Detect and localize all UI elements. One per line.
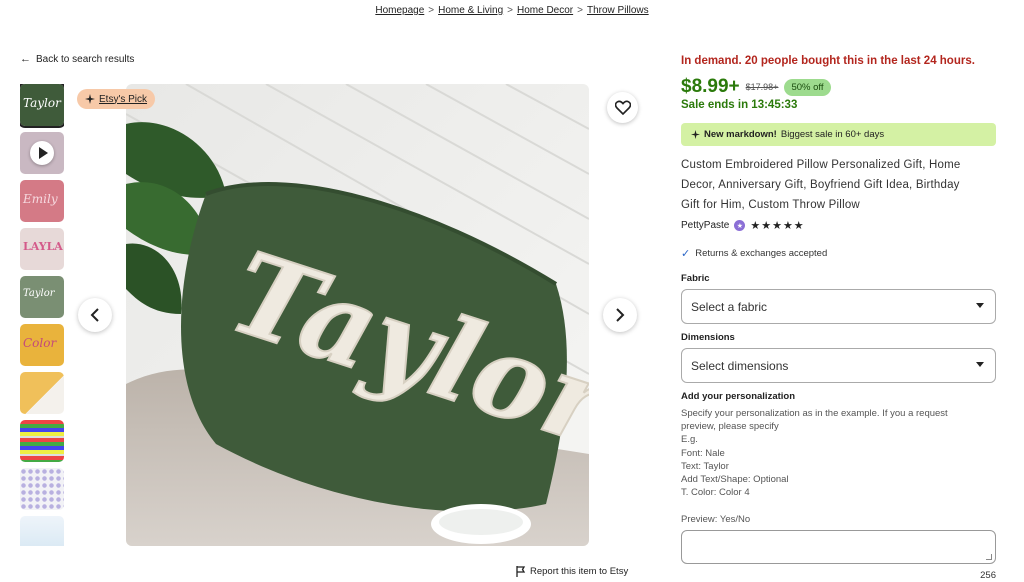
product-title: Custom Embroidered Pillow Personalized G… <box>681 159 961 211</box>
previous-image-button[interactable] <box>78 298 112 332</box>
markdown-text: Biggest sale in 60+ days <box>780 129 885 140</box>
etsys-pick-badge: Etsy's Pick <box>77 89 156 109</box>
demand-text: In demand. 20 people bought this in the … <box>681 55 975 67</box>
star-seller-icon: ★ <box>734 220 746 231</box>
sale-countdown: Sale ends in 13:45:33 <box>681 99 798 111</box>
flag-icon <box>516 566 526 577</box>
fabric-select[interactable]: Select a fabric <box>681 289 996 324</box>
breadcrumb-separator: > <box>507 5 513 16</box>
favorite-button[interactable] <box>607 92 638 123</box>
instruction-line: E.g. <box>681 434 698 446</box>
instruction-line: Font: Nale <box>681 447 725 459</box>
markdown-bold-text: New markdown! <box>704 129 777 140</box>
shop-name-link[interactable]: PettyPaste <box>681 220 729 231</box>
price: $8.99+ <box>681 76 740 97</box>
thumbnail-video[interactable] <box>20 132 64 174</box>
back-to-search-link[interactable]: ← Back to search results <box>20 53 134 65</box>
report-item-link[interactable]: Report this item to Etsy <box>516 566 628 577</box>
thumbnail-6[interactable]: Color <box>20 324 64 366</box>
thumbnail-text: Emily <box>23 192 58 206</box>
next-image-button[interactable] <box>603 298 637 332</box>
thumbnail-text: LAYLA <box>23 240 63 253</box>
personalization-instructions: Specify your personalization as in the e… <box>681 407 986 499</box>
breadcrumb-separator: > <box>428 5 435 16</box>
thumbnail-5[interactable]: Taylor <box>20 276 64 318</box>
breadcrumb-homepage[interactable]: Homepage <box>375 5 424 16</box>
instruction-line: Add Text/Shape: Optional <box>681 474 789 486</box>
instruction-line: preview, please specify <box>681 421 779 433</box>
breadcrumb-home-decor[interactable]: Home Decor <box>517 5 573 16</box>
heart-icon <box>614 100 631 115</box>
resize-handle-icon[interactable] <box>986 554 992 560</box>
instruction-line: T. Color: Color 4 <box>681 487 750 499</box>
thumbnail-1[interactable]: Taylor <box>20 84 64 128</box>
breadcrumb-throw-pillows[interactable]: Throw Pillows <box>587 5 649 16</box>
thumbnail-4[interactable]: LAYLA <box>20 228 64 270</box>
back-link-label: Back to search results <box>36 53 135 65</box>
sparkle-icon <box>85 94 95 104</box>
character-count: 256 <box>980 570 996 581</box>
arrow-left-icon: ← <box>20 53 31 65</box>
thumbnail-7[interactable] <box>20 372 64 414</box>
fabric-label: Fabric <box>681 273 710 284</box>
instruction-line: Text: Taylor <box>681 460 729 472</box>
original-price: $17.98+ <box>745 82 779 92</box>
thumbnail-text: Color <box>23 336 57 350</box>
breadcrumb: Homepage > Home & Living > Home Decor > Throw … <box>0 5 1024 16</box>
discount-badge: 50% off <box>784 78 831 96</box>
play-icon <box>30 141 54 165</box>
report-link-label: Report this item to Etsy <box>530 566 629 577</box>
chevron-right-icon <box>616 308 625 322</box>
thumbnail-strip: Taylor Emily LAYLA Taylor Color <box>20 84 64 546</box>
fabric-select-value: Select a fabric <box>691 299 768 314</box>
thumbnail-9[interactable] <box>20 468 64 510</box>
thumbnail-10[interactable] <box>20 516 64 546</box>
breadcrumb-home-living[interactable]: Home & Living <box>438 5 503 16</box>
thumbnail-8[interactable] <box>20 420 64 462</box>
personalization-textarea[interactable] <box>681 530 996 564</box>
dimensions-select[interactable]: Select dimensions <box>681 348 996 383</box>
dimensions-label: Dimensions <box>681 332 735 343</box>
chevron-left-icon <box>90 308 99 322</box>
rating-stars: ★★★★★ <box>750 220 805 232</box>
thumbnail-3[interactable]: Emily <box>20 180 64 222</box>
etsys-pick-label: Etsy's Pick <box>99 93 148 105</box>
caret-down-icon <box>976 362 984 367</box>
preview-instruction: Preview: Yes/No <box>681 514 751 525</box>
checkmark-icon: ✓ <box>681 248 691 260</box>
embroidered-pillow-image: Taylor <box>126 84 589 546</box>
price-row: $8.99+ $17.98+ 50% off <box>681 76 831 98</box>
dimensions-select-value: Select dimensions <box>691 358 789 373</box>
sparkle-icon <box>691 130 700 139</box>
markdown-banner: New markdown! Biggest sale in 60+ days <box>681 123 996 146</box>
returns-info: ✓ Returns & exchanges accepted <box>681 247 827 260</box>
shop-row: PettyPaste ★ ★★★★★ <box>681 219 805 232</box>
returns-text: Returns & exchanges accepted <box>695 248 828 259</box>
instruction-line: Specify your personalization as in the e… <box>681 408 948 419</box>
thumbnail-text: Taylor <box>23 288 55 299</box>
personalization-label: Add your personalization <box>681 391 796 402</box>
main-product-image: Taylor <box>126 84 589 546</box>
breadcrumb-separator: > <box>577 5 583 16</box>
thumbnail-text: Taylor <box>23 96 61 110</box>
caret-down-icon <box>976 303 984 308</box>
